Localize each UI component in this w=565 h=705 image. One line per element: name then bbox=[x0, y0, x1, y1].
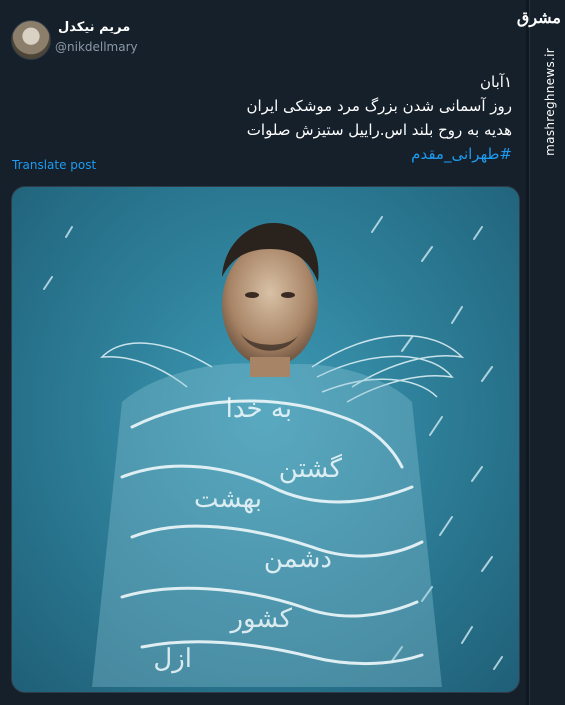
avatar[interactable] bbox=[11, 20, 51, 60]
tweet-text: ۱آبان روز آسمانی شدن بزرگ مرد موشکی ایرا… bbox=[12, 70, 512, 166]
watermark-strip: مشرق mashreghnews.ir bbox=[516, 0, 565, 705]
tweet-line-2: هدیه به روح بلند اس.راییل ستیزش صلوات bbox=[246, 121, 512, 139]
tweet-line-date: ۱آبان bbox=[480, 73, 512, 91]
display-name[interactable]: مریم نیکدل bbox=[58, 20, 130, 35]
tweet-line-1: روز آسمانی شدن بزرگ مرد موشکی ایران bbox=[246, 97, 512, 115]
mashregh-logo: مشرق bbox=[516, 8, 561, 27]
post-image[interactable]: به خدا گشتن بهشت دشمن کشور ازل bbox=[11, 186, 520, 693]
calligraphy-word-1: به خدا bbox=[226, 394, 292, 424]
calligraphy-word-3: بهشت bbox=[194, 484, 262, 514]
user-handle[interactable]: @nikdellmary bbox=[55, 40, 138, 54]
portrait-head bbox=[222, 222, 319, 377]
calligraphy-word-2: گشتن bbox=[279, 453, 343, 484]
watermark-site-url: mashreghnews.ir bbox=[543, 48, 557, 156]
calligraphy-word-4: دشمن bbox=[264, 544, 332, 574]
translate-post-link[interactable]: Translate post bbox=[12, 158, 96, 172]
calligraphy-word-5: کشور bbox=[228, 604, 292, 634]
calligraphy-word-6: ازل bbox=[153, 644, 192, 674]
portrait-artwork: به خدا گشتن بهشت دشمن کشور ازل bbox=[43, 216, 503, 687]
tweet: مریم نیکدل @nikdellmary ۱آبان روز آسمانی… bbox=[0, 0, 530, 705]
